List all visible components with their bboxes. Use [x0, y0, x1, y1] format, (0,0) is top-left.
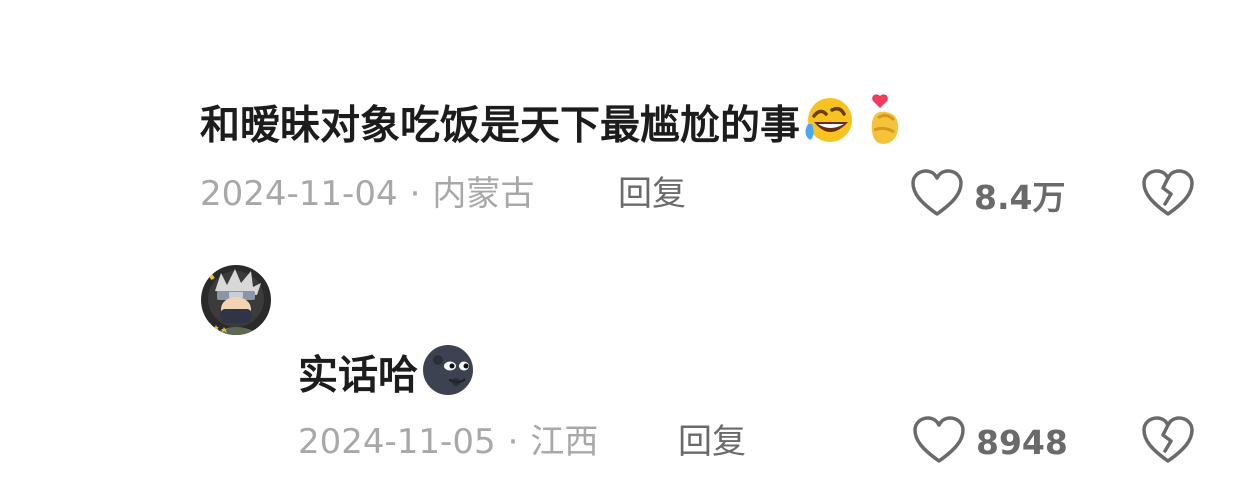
comment-body: 实话哈: [298, 342, 476, 413]
like-button[interactable]: 8.4万: [910, 168, 1065, 222]
comment-text: 实话哈: [298, 352, 418, 399]
heart-outline-icon: [910, 168, 964, 222]
avatar[interactable]: [201, 265, 271, 335]
comment-meta: 2024-11-04 · 内蒙古: [200, 172, 534, 216]
comment-text: 和暧昧对象吃饭是天下最尴尬的事: [200, 102, 800, 149]
like-button[interactable]: 8948: [912, 415, 1068, 469]
comment-date: 2024-11-05: [298, 422, 496, 462]
broken-heart-icon: [1141, 169, 1195, 222]
like-count: 8.4万: [974, 178, 1066, 217]
new-moon-face-emoji: [420, 342, 476, 413]
meta-separator: ·: [409, 174, 421, 214]
reply-button[interactable]: 回复: [678, 420, 746, 464]
rolling-laughing-emoji: [802, 94, 860, 161]
broken-heart-icon: [1141, 416, 1195, 469]
comment-meta: 2024-11-05 · 江西: [298, 420, 598, 464]
dislike-button[interactable]: [1141, 415, 1195, 469]
finger-heart-emoji: [862, 92, 908, 163]
reply-button[interactable]: 回复: [618, 172, 686, 216]
dislike-button[interactable]: [1141, 168, 1195, 222]
comment-location: 内蒙古: [432, 174, 535, 214]
comment-date: 2024-11-04: [200, 174, 398, 214]
like-count: 8948: [976, 422, 1068, 462]
heart-outline-icon: [912, 415, 966, 469]
comment-body: 和暧昧对象吃饭是天下最尴尬的事: [200, 92, 908, 163]
meta-separator: ·: [507, 422, 519, 462]
comment-location: 江西: [530, 422, 599, 462]
comment-list: 和暧昧对象吃饭是天下最尴尬的事 2024-11-04 · 内蒙古 回复 8.4万…: [0, 0, 1260, 489]
